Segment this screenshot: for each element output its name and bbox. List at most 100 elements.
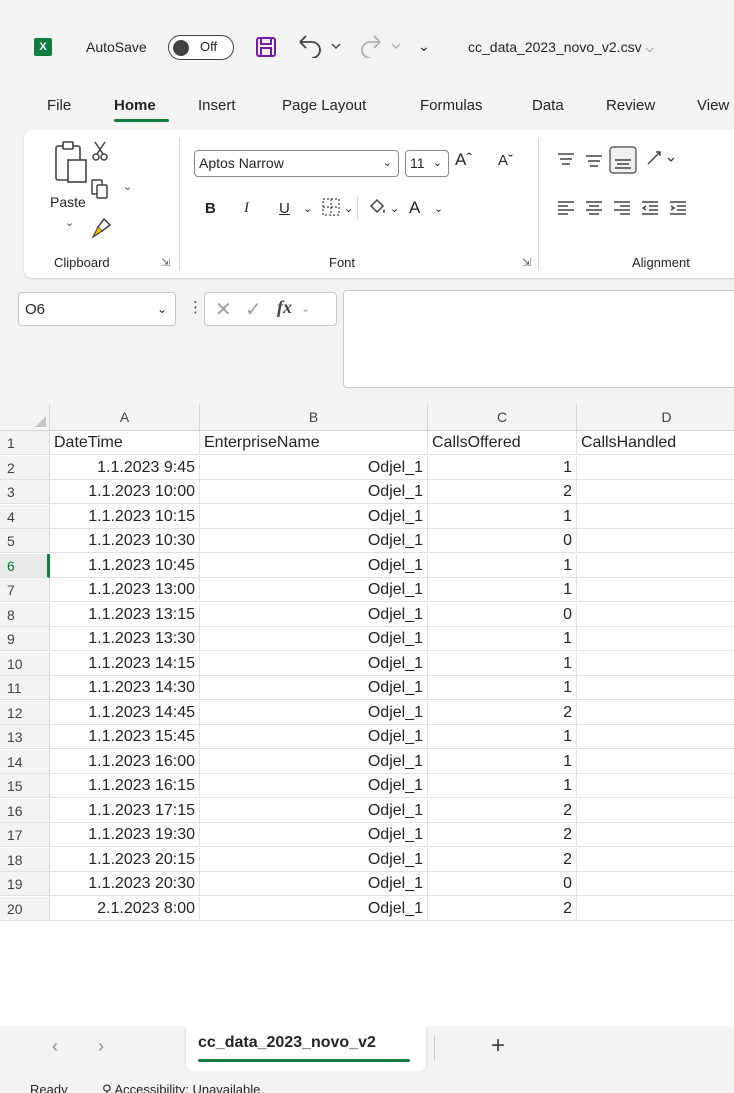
next-sheet-icon[interactable]: › — [98, 1036, 104, 1057]
font-color-button[interactable]: A — [409, 198, 420, 218]
table-cell[interactable]: 1 — [577, 848, 734, 872]
sheet-tab-active[interactable]: cc_data_2023_novo_v2 — [186, 1026, 426, 1071]
table-cell[interactable]: 3 — [577, 480, 734, 504]
table-cell[interactable]: 1 — [577, 529, 734, 553]
table-cell[interactable]: 1.1.2023 20:30 — [50, 872, 200, 896]
table-cell[interactable]: 1 — [428, 749, 577, 774]
table-cell[interactable]: 1.1.2023 16:00 — [50, 749, 200, 774]
tab-home[interactable]: Home — [114, 96, 156, 116]
borders-icon[interactable] — [320, 196, 342, 218]
paste-button[interactable]: Paste — [50, 194, 86, 210]
table-cell[interactable]: 2 — [577, 701, 734, 725]
row-header[interactable]: 13 — [0, 725, 50, 749]
table-cell[interactable]: 1.1.2023 14:30 — [50, 676, 200, 700]
clipboard-launcher-icon[interactable]: ⇲ — [161, 256, 170, 269]
underline-button[interactable]: U — [279, 200, 290, 217]
table-cell[interactable]: 0 — [577, 505, 734, 529]
table-cell[interactable]: 1 — [428, 627, 577, 651]
table-cell[interactable]: Odjel_1 — [200, 823, 428, 847]
table-cell[interactable]: 1.1.2023 10:30 — [50, 529, 200, 553]
name-box[interactable]: O6 ⌄ — [18, 292, 176, 326]
table-cell[interactable]: Odjel_1 — [200, 847, 428, 872]
table-cell[interactable]: 1 — [577, 872, 734, 896]
table-cell[interactable]: 0 — [428, 529, 577, 553]
table-cell[interactable]: 2 — [577, 823, 734, 847]
table-cell[interactable]: 1.1.2023 10:15 — [50, 504, 200, 529]
table-cell[interactable]: Odjel_1 — [200, 455, 428, 480]
fill-color-chevron-icon[interactable]: ⌄ — [390, 202, 399, 215]
row-header[interactable]: 16 — [0, 798, 50, 823]
table-cell[interactable]: 1.1.2023 19:30 — [50, 823, 200, 847]
table-cell[interactable]: 0 — [577, 456, 734, 480]
italic-button[interactable]: I — [244, 200, 249, 217]
table-cell[interactable]: 1.1.2023 9:45 — [50, 455, 200, 480]
table-cell[interactable]: 0 — [577, 578, 734, 602]
table-cell[interactable]: 2.1.2023 8:00 — [50, 896, 200, 921]
table-cell[interactable]: Odjel_1 — [200, 651, 428, 676]
shrink-font-button[interactable]: Aˇ — [498, 152, 513, 169]
enter-icon[interactable]: ✓ — [245, 297, 262, 322]
table-cell[interactable]: 1 — [428, 578, 577, 602]
tab-view[interactable]: View — [697, 96, 729, 116]
tab-file[interactable]: File — [47, 96, 71, 116]
table-cell[interactable]: 1 — [577, 774, 734, 798]
paste-chevron-icon[interactable]: ⌄ — [65, 216, 74, 229]
header-cell[interactable]: EnterpriseName — [200, 431, 428, 455]
grow-font-button[interactable]: Aˆ — [455, 150, 472, 170]
table-cell[interactable]: 1.1.2023 20:15 — [50, 847, 200, 872]
header-cell[interactable]: CallsOffered — [428, 431, 577, 455]
table-cell[interactable]: 1.1.2023 17:15 — [50, 798, 200, 823]
row-header[interactable]: 2 — [0, 455, 50, 480]
underline-chevron-icon[interactable]: ⌄ — [303, 202, 312, 215]
table-cell[interactable]: Odjel_1 — [200, 749, 428, 774]
fill-color-icon[interactable] — [366, 196, 388, 218]
table-cell[interactable]: 1 — [428, 651, 577, 676]
table-cell[interactable]: 2 — [577, 676, 734, 700]
table-cell[interactable]: Odjel_1 — [200, 872, 428, 896]
formula-input[interactable] — [343, 290, 734, 388]
cut-icon[interactable] — [90, 140, 110, 162]
table-cell[interactable]: 2 — [577, 799, 734, 823]
row-header[interactable]: 7 — [0, 578, 50, 602]
orientation-icon[interactable] — [644, 146, 678, 170]
table-cell[interactable]: Odjel_1 — [200, 553, 428, 578]
table-cell[interactable]: 1.1.2023 14:45 — [50, 700, 200, 725]
tab-data[interactable]: Data — [532, 96, 564, 116]
table-cell[interactable]: 1 — [577, 603, 734, 627]
copy-icon[interactable] — [90, 178, 110, 200]
font-size-dropdown[interactable]: 11 ⌄ — [405, 150, 449, 177]
table-cell[interactable]: 2 — [428, 798, 577, 823]
row-header[interactable]: 6 — [0, 553, 50, 578]
column-header-c[interactable]: C — [428, 404, 577, 431]
undo-icon[interactable] — [296, 34, 346, 58]
table-cell[interactable]: 1 — [428, 676, 577, 700]
insert-function-icon[interactable]: fx — [277, 297, 292, 318]
tab-page-layout[interactable]: Page Layout — [282, 96, 366, 116]
add-sheet-button[interactable]: + — [491, 1032, 505, 1060]
table-cell[interactable]: 1.1.2023 10:45 — [50, 553, 200, 578]
table-cell[interactable]: 1.1.2023 16:15 — [50, 774, 200, 798]
table-cell[interactable]: 0 — [577, 725, 734, 749]
table-cell[interactable]: 2 — [428, 700, 577, 725]
table-cell[interactable]: Odjel_1 — [200, 529, 428, 553]
table-cell[interactable]: Odjel_1 — [200, 798, 428, 823]
font-launcher-icon[interactable]: ⇲ — [522, 256, 531, 269]
row-header[interactable]: 20 — [0, 896, 50, 921]
select-all-button[interactable] — [0, 404, 50, 431]
chevron-down-icon[interactable]: ⌄ — [301, 302, 310, 315]
table-cell[interactable]: Odjel_1 — [200, 627, 428, 651]
formula-bar-options-icon[interactable]: ⋮ — [188, 298, 203, 316]
table-cell[interactable]: Odjel_1 — [200, 578, 428, 602]
table-cell[interactable]: Odjel_1 — [200, 700, 428, 725]
table-cell[interactable]: Odjel_1 — [200, 725, 428, 749]
table-cell[interactable]: 1.1.2023 13:00 — [50, 578, 200, 602]
table-cell[interactable]: 1.1.2023 15:45 — [50, 725, 200, 749]
redo-icon[interactable] — [360, 34, 406, 58]
align-center-icon[interactable] — [584, 198, 604, 218]
table-cell[interactable]: Odjel_1 — [200, 504, 428, 529]
row-header[interactable]: 14 — [0, 749, 50, 774]
document-title[interactable]: cc_data_2023_novo_v2.csv ⌵ — [468, 38, 654, 58]
table-cell[interactable]: 1.1.2023 10:00 — [50, 480, 200, 504]
row-header[interactable]: 1 — [0, 431, 50, 455]
table-cell[interactable]: 0 — [428, 602, 577, 627]
